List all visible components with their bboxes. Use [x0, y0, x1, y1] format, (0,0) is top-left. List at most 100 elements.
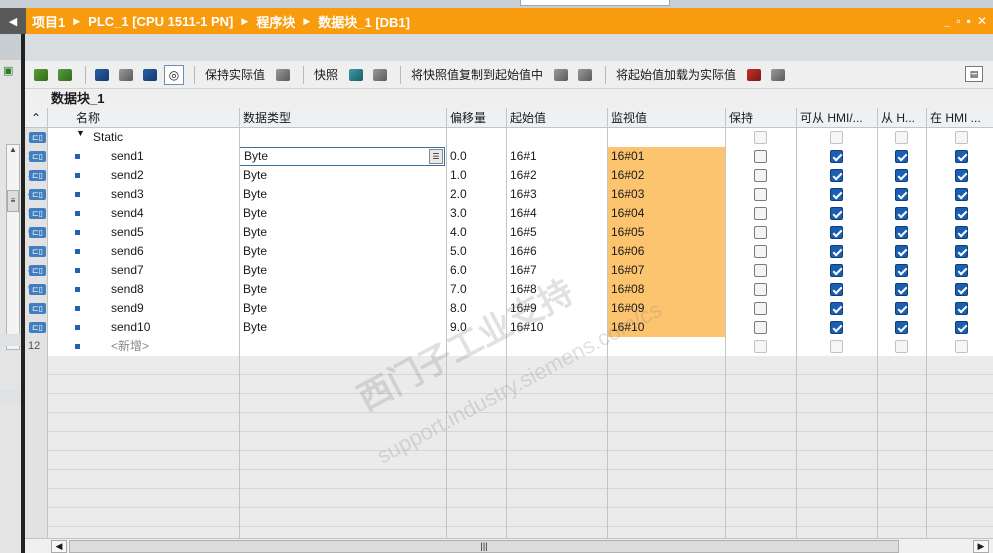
table-row[interactable]: 9⊏▯send8Byte7.016#816#08 — [25, 280, 993, 299]
retain-checkbox[interactable] — [754, 321, 767, 334]
col-header-hmi-visible[interactable]: 在 HMI ... — [926, 108, 993, 128]
table-row[interactable]: 11⊏▯send10Byte9.016#1016#10 — [25, 318, 993, 337]
scroll-thumb[interactable]: ≡ — [7, 190, 19, 212]
table-row[interactable]: 2⊏▯send1Byte☰0.016#116#01 — [25, 147, 993, 166]
col-header-start[interactable]: 起始值 — [506, 108, 607, 128]
hmi3-checkbox[interactable] — [955, 150, 968, 163]
retain-checkbox[interactable] — [754, 302, 767, 315]
keep-actual-values-icon[interactable] — [273, 65, 293, 85]
name-cell[interactable]: send10 — [107, 318, 239, 337]
datatype-cell[interactable]: Byte — [239, 261, 446, 280]
hmi2-checkbox[interactable] — [895, 150, 908, 163]
hmi3-checkbox[interactable] — [955, 245, 968, 258]
hmi3-checkbox[interactable] — [955, 207, 968, 220]
table-row[interactable]: 8⊏▯send7Byte6.016#716#07 — [25, 261, 993, 280]
hmi1-checkbox[interactable] — [830, 283, 843, 296]
horizontal-scrollbar[interactable]: ◀ ||| ▶ — [25, 538, 993, 553]
datatype-cell[interactable]: Byte — [239, 223, 446, 242]
datatype-picker-icon[interactable]: ☰ — [429, 149, 443, 164]
col-header-hmi-access[interactable]: 可从 HMI/... — [796, 108, 877, 128]
breadcrumb-plc[interactable]: PLC_1 [CPU 1511-1 PN] — [88, 14, 233, 29]
breadcrumb-project[interactable]: 项目1 — [32, 12, 65, 31]
start-value-cell[interactable]: 16#3 — [506, 185, 607, 204]
start-value-cell[interactable]: 16#4 — [506, 204, 607, 223]
table-row[interactable]: 1⊏▯▼Static — [25, 128, 993, 147]
hmi2-checkbox[interactable] — [895, 264, 908, 277]
start-value-cell[interactable]: 16#5 — [506, 223, 607, 242]
name-cell[interactable]: send6 — [107, 242, 239, 261]
hmi1-checkbox[interactable] — [830, 207, 843, 220]
hmi3-checkbox[interactable] — [955, 321, 968, 334]
start-value-cell[interactable]: 16#8 — [506, 280, 607, 299]
collapse-all-icon[interactable] — [116, 65, 136, 85]
snapshot-button[interactable]: 快照 — [310, 65, 342, 85]
hmi2-checkbox[interactable] — [895, 207, 908, 220]
start-value-cell[interactable]: 16#7 — [506, 261, 607, 280]
datatype-cell[interactable]: Byte — [239, 166, 446, 185]
hmi1-checkbox[interactable] — [830, 245, 843, 258]
start-value-cell[interactable]: 16#10 — [506, 318, 607, 337]
start-value-cell[interactable]: 16#1 — [506, 147, 607, 166]
close-icon[interactable]: ✕ — [977, 14, 987, 28]
name-cell[interactable]: send1 — [107, 147, 239, 166]
hmi1-checkbox[interactable] — [830, 302, 843, 315]
name-cell[interactable]: send9 — [107, 299, 239, 318]
list-view-icon[interactable] — [140, 65, 160, 85]
name-cell[interactable]: send5 — [107, 223, 239, 242]
hmi2-checkbox[interactable] — [895, 302, 908, 315]
retain-checkbox[interactable] — [754, 150, 767, 163]
hmi3-checkbox[interactable] — [955, 131, 968, 144]
table-row[interactable]: 12⊏▯<新增> — [25, 337, 993, 356]
hmi2-checkbox[interactable] — [895, 169, 908, 182]
retain-checkbox[interactable] — [754, 264, 767, 277]
hmi1-checkbox[interactable] — [830, 188, 843, 201]
scroll-up-icon[interactable]: ▲ — [7, 145, 19, 159]
copy-snapshot-all-icon[interactable] — [575, 65, 595, 85]
hmi2-checkbox[interactable] — [895, 283, 908, 296]
col-header-hmi-writable[interactable]: 从 H... — [877, 108, 926, 128]
expand-triangle-icon[interactable]: ▼ — [76, 128, 85, 138]
table-row[interactable]: 4⊏▯send3Byte2.016#316#03 — [25, 185, 993, 204]
datatype-cell[interactable]: Byte — [239, 185, 446, 204]
retain-checkbox[interactable] — [754, 207, 767, 220]
left-vertical-scrollbar[interactable]: ▲ ≡ ▼ — [6, 144, 20, 350]
hmi2-checkbox[interactable] — [895, 245, 908, 258]
table-row[interactable]: 7⊏▯send6Byte5.016#616#06 — [25, 242, 993, 261]
col-header-monitor[interactable]: 监视值 — [607, 108, 725, 128]
start-value-cell[interactable]: 16#9 — [506, 299, 607, 318]
datatype-cell[interactable]: Byte — [239, 318, 446, 337]
load-start-as-actual-button[interactable]: 将起始值加载为实际值 — [612, 65, 740, 85]
scroll-right-icon[interactable]: ▶ — [973, 540, 989, 553]
copy-snapshot-icon[interactable] — [551, 65, 571, 85]
load-start-icon[interactable] — [744, 65, 764, 85]
name-cell[interactable]: send7 — [107, 261, 239, 280]
retain-checkbox[interactable] — [754, 169, 767, 182]
hmi3-checkbox[interactable] — [955, 283, 968, 296]
datatype-input[interactable]: Byte ☰ — [239, 147, 445, 166]
retain-checkbox[interactable] — [754, 226, 767, 239]
retain-checkbox[interactable] — [754, 283, 767, 296]
datatype-cell[interactable]: Byte — [239, 299, 446, 318]
hmi1-checkbox[interactable] — [830, 321, 843, 334]
retain-checkbox[interactable] — [754, 131, 767, 144]
col-header-name[interactable]: 名称 — [72, 108, 239, 128]
retain-checkbox[interactable] — [754, 188, 767, 201]
expand-all-icon[interactable] — [92, 65, 112, 85]
name-cell[interactable]: send3 — [107, 185, 239, 204]
hmi1-checkbox[interactable] — [830, 226, 843, 239]
scroll-thumb[interactable]: ||| — [69, 540, 899, 553]
retain-checkbox[interactable] — [754, 245, 767, 258]
back-arrow-icon[interactable]: ◀ — [0, 8, 26, 34]
hmi3-checkbox[interactable] — [955, 169, 968, 182]
maximize-icon[interactable]: ▪ — [967, 14, 971, 28]
hmi3-checkbox[interactable] — [955, 188, 968, 201]
minimize-icon[interactable]: _ — [944, 14, 951, 28]
hmi1-checkbox[interactable] — [830, 264, 843, 277]
col-header-datatype[interactable]: 数据类型 — [239, 108, 446, 128]
col-header-offset[interactable]: 偏移量 — [446, 108, 506, 128]
hmi3-checkbox[interactable] — [955, 264, 968, 277]
hmi1-checkbox[interactable] — [830, 169, 843, 182]
hmi1-checkbox[interactable] — [830, 150, 843, 163]
name-cell[interactable]: send4 — [107, 204, 239, 223]
add-tag-icon[interactable]: ▣ — [3, 64, 19, 78]
